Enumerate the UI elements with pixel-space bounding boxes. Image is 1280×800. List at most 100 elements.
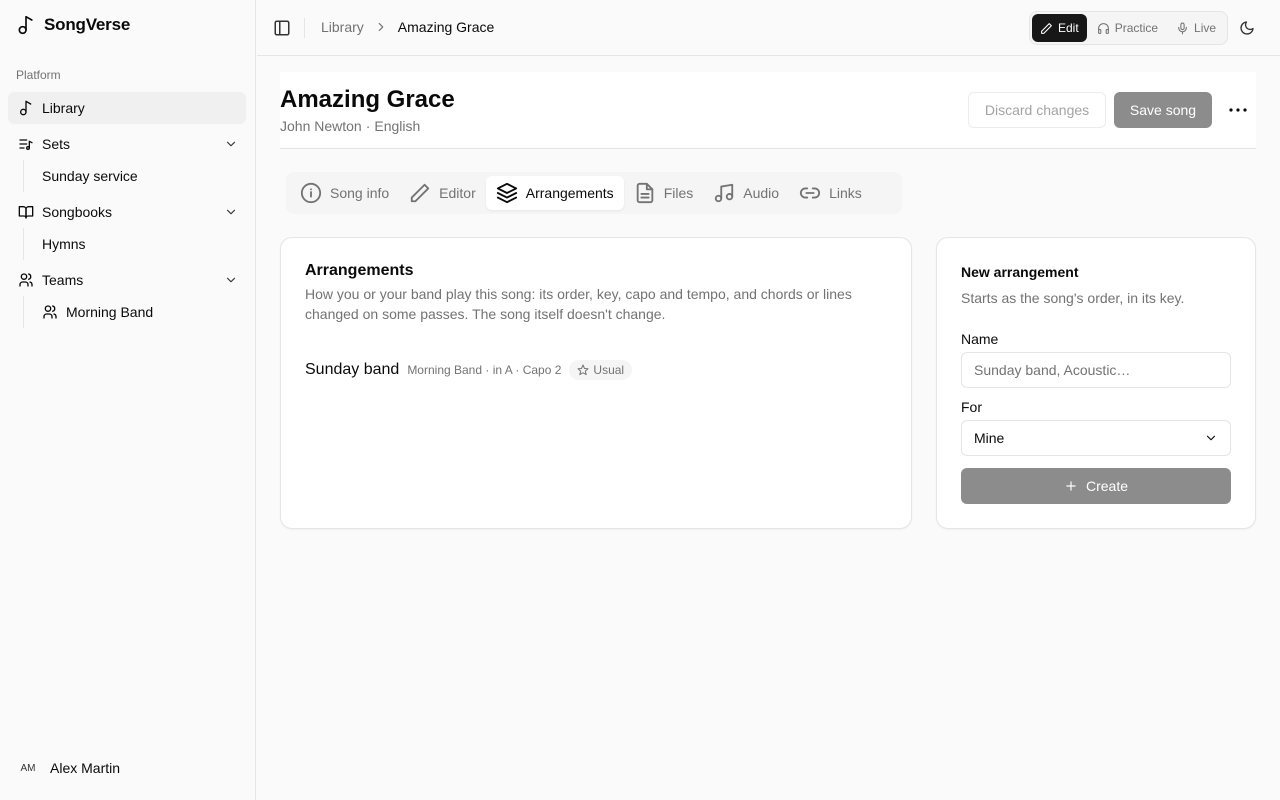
tab-label: Editor <box>439 185 476 201</box>
mode-switcher: Edit Practice Live <box>1029 11 1228 45</box>
tab-label: Arrangements <box>525 185 614 201</box>
sidebar-subitem-label: Hymns <box>42 236 86 252</box>
music-note-icon <box>18 100 34 116</box>
for-label: For <box>961 399 982 415</box>
breadcrumb: Library Amazing Grace <box>321 19 494 35</box>
song-tabs: Song info Editor Arrangements Files Audi… <box>286 172 902 214</box>
tab-label: Audio <box>743 185 780 201</box>
sidebar-item-sets[interactable]: Sets <box>8 128 246 160</box>
new-arrangement-description: Starts as the song's order, in its key. <box>961 290 1185 306</box>
arrangement-name: Sunday band <box>305 361 400 378</box>
save-song-button[interactable]: Save song <box>1114 92 1212 128</box>
sidebar-item-library[interactable]: Library <box>8 92 246 124</box>
chevron-right-icon <box>374 20 388 34</box>
tab-label: Links <box>829 185 862 201</box>
tab-links[interactable]: Links <box>789 176 872 210</box>
song-author: John Newton <box>280 118 362 134</box>
submenu-line <box>23 296 24 328</box>
sidebar-subitem-label: Morning Band <box>66 304 154 320</box>
chevron-down-icon <box>1204 431 1218 445</box>
chevron-down-icon[interactable] <box>224 137 238 151</box>
mode-edit[interactable]: Edit <box>1032 14 1087 42</box>
microphone-icon <box>1176 22 1189 35</box>
user-menu[interactable]: AM Alex Martin <box>16 756 121 780</box>
tab-files[interactable]: Files <box>624 176 704 210</box>
tab-editor[interactable]: Editor <box>399 176 486 210</box>
pencil-icon <box>409 182 431 204</box>
chevron-down-icon[interactable] <box>224 205 238 219</box>
file-icon <box>634 182 656 204</box>
tab-label: Song info <box>330 185 390 201</box>
select-value: Mine <box>974 430 1005 446</box>
users-icon <box>42 304 58 320</box>
breadcrumb-library[interactable]: Library <box>321 19 364 35</box>
mode-label: Practice <box>1114 21 1159 35</box>
name-input[interactable] <box>961 352 1231 388</box>
tab-arrangements[interactable]: Arrangements <box>485 176 624 210</box>
info-icon <box>300 182 322 204</box>
moon-icon[interactable] <box>1239 20 1255 36</box>
link-icon <box>799 182 821 204</box>
sidebar-toggle-icon[interactable] <box>273 19 291 37</box>
star-icon <box>577 364 589 376</box>
mode-live[interactable]: Live <box>1168 14 1224 42</box>
sidebar-item-teams[interactable]: Teams <box>8 264 246 296</box>
arrangements-description: How you or your band play this song: its… <box>305 286 852 322</box>
new-arrangement-card: New arrangement Starts as the song's ord… <box>936 237 1256 529</box>
tab-audio[interactable]: Audio <box>703 176 789 210</box>
breadcrumb-current: Amazing Grace <box>397 19 495 35</box>
book-open-icon <box>18 204 34 220</box>
meta-separator: · <box>365 118 371 134</box>
discard-changes-button[interactable]: Discard changes <box>968 92 1106 128</box>
list-music-icon <box>18 136 34 152</box>
tab-song-info[interactable]: Song info <box>290 176 399 210</box>
tab-label: Files <box>663 185 694 201</box>
status-badge: Usual <box>569 360 633 380</box>
music-note-icon <box>16 14 36 36</box>
sidebar-item-label: Sets <box>42 136 71 152</box>
plus-icon <box>1064 479 1078 493</box>
more-options-icon[interactable] <box>1226 98 1250 122</box>
sidebar-subitem-hymns[interactable]: Hymns <box>32 230 244 258</box>
divider <box>304 18 305 38</box>
sidebar-item-songbooks[interactable]: Songbooks <box>8 196 246 228</box>
layers-icon <box>496 182 518 204</box>
sidebar-subitem-morning-band[interactable]: Morning Band <box>32 298 244 326</box>
app-name: SongVerse <box>44 15 131 34</box>
create-label: Create <box>1085 478 1129 494</box>
arrangement-meta: Morning Band · in A · Capo 2 <box>407 363 562 377</box>
name-label: Name <box>961 331 999 347</box>
submenu-line <box>23 160 24 192</box>
pencil-icon <box>1040 22 1053 35</box>
avatar: AM <box>20 762 36 774</box>
song-language: English <box>374 118 421 134</box>
users-icon <box>18 272 34 288</box>
arrangements-card: Arrangements How you or your band play t… <box>280 237 912 529</box>
sidebar-subitem-sunday-service[interactable]: Sunday service <box>32 162 244 190</box>
badge-label: Usual <box>593 363 625 377</box>
topbar: Library Amazing Grace Edit Practice Live <box>257 0 1280 56</box>
sidebar-item-label: Library <box>42 100 85 116</box>
song-meta: John Newton · English <box>280 118 420 134</box>
sidebar: SongVerse Platform Library Sets Sunday s… <box>0 0 256 800</box>
user-name: Alex Martin <box>50 760 121 776</box>
mode-label: Edit <box>1058 21 1079 35</box>
create-button[interactable]: Create <box>961 468 1231 504</box>
chevron-down-icon[interactable] <box>224 273 238 287</box>
brand[interactable]: SongVerse <box>16 14 130 36</box>
list-item[interactable]: Sunday band Morning Band · in A · Capo 2… <box>305 360 633 380</box>
song-header: Amazing Grace John Newton · English Disc… <box>280 72 1256 149</box>
for-select[interactable]: Mine <box>961 420 1231 456</box>
page-title: Amazing Grace <box>280 86 455 113</box>
arrangements-title: Arrangements <box>305 262 414 279</box>
mode-label: Live <box>1194 21 1217 35</box>
submenu-line <box>23 228 24 260</box>
music-icon <box>713 182 735 204</box>
sidebar-subitem-label: Sunday service <box>42 168 138 184</box>
sidebar-item-label: Teams <box>42 272 84 288</box>
mode-practice[interactable]: Practice <box>1089 14 1166 42</box>
sidebar-item-label: Songbooks <box>42 204 113 220</box>
new-arrangement-title: New arrangement <box>961 264 1079 280</box>
headphones-icon <box>1097 22 1110 35</box>
sidebar-group-label: Platform <box>16 68 61 82</box>
